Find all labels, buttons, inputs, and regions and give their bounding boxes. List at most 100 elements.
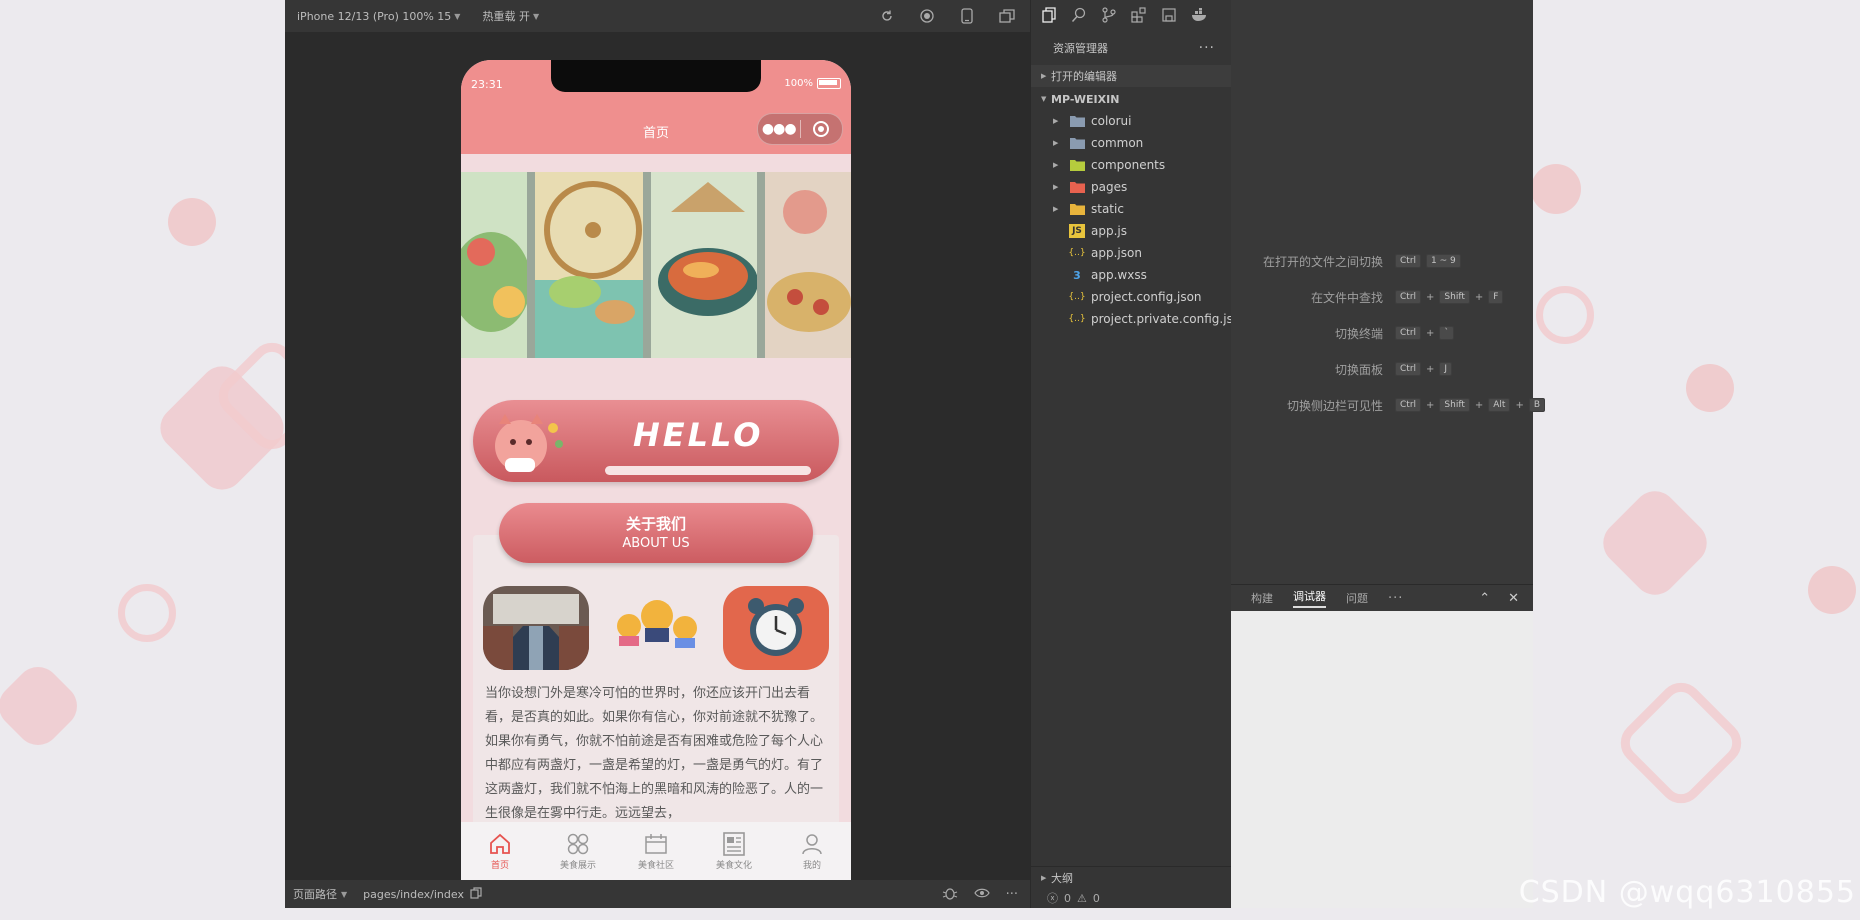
decoration-diamond-outline [1611, 673, 1751, 813]
decoration-dot [168, 198, 216, 246]
window-icon[interactable] [998, 7, 1016, 25]
folder-item-pages[interactable]: ▶ pages [1031, 176, 1231, 198]
search-icon[interactable] [1071, 7, 1087, 26]
page-path-label[interactable]: 页面路径 [293, 886, 337, 902]
hello-bar [605, 466, 811, 475]
file-name: app.wxss [1091, 268, 1147, 282]
extensions-icon[interactable] [1131, 6, 1147, 26]
dragon-mascot-icon [495, 414, 563, 472]
file-item-app-json[interactable]: {..} app.json [1031, 242, 1231, 264]
shortcut-plus: + [1474, 291, 1484, 303]
tab-problems[interactable]: 问题 [1346, 590, 1368, 606]
storage-icon[interactable] [1161, 7, 1177, 26]
tab-label: 美食展示 [559, 861, 596, 871]
json-file-icon: {..} [1068, 292, 1086, 302]
js-file-icon: JS [1069, 224, 1085, 238]
folder-item-colorui[interactable]: ▶ colorui [1031, 110, 1231, 132]
about-us-subtitle: ABOUT US [622, 536, 690, 551]
shortcut-key: Shift [1439, 398, 1470, 412]
record-icon[interactable] [918, 7, 936, 25]
battery-percent: 100% [784, 78, 813, 89]
pages-folder-icon [1069, 180, 1085, 194]
file-name: app.js [1091, 224, 1127, 238]
files-icon[interactable] [1041, 6, 1057, 26]
source-control-icon[interactable] [1101, 6, 1117, 26]
about-images [483, 586, 829, 670]
more-icon[interactable]: ●●● [758, 121, 800, 137]
more-icon[interactable]: ··· [1006, 887, 1018, 902]
close-target-icon[interactable] [800, 120, 842, 138]
tab-food-show[interactable]: 美食展示 [539, 822, 617, 882]
error-count: 0 [1064, 891, 1071, 905]
open-editors-section[interactable]: ▶ 打开的编辑器 [1031, 65, 1231, 87]
device-select-label: iPhone 12/13 (Pro) 100% 15 [297, 9, 452, 23]
tab-mine[interactable]: 我的 [773, 822, 851, 882]
banner-carousel[interactable] [461, 172, 851, 358]
status-and-nav-bar: 23:31 100% 首页 ●●● [461, 60, 851, 154]
shortcut-label: 在打开的文件之间切换 [1262, 254, 1383, 269]
folder-icon [1069, 114, 1085, 128]
outline-section[interactable]: ▶ 大纲 [1031, 866, 1231, 889]
decoration-ring [1536, 286, 1594, 344]
devtools-window: iPhone 12/13 (Pro) 100% 15 ▼ 热重载 开 ▼ 23:… [285, 0, 1546, 908]
json-file-icon: {..} [1068, 314, 1086, 324]
shortcut-row: 切换面板 Ctrl + J [1231, 358, 1533, 380]
alarm-clock-image [723, 586, 829, 670]
shortcut-row: 切换终端 Ctrl + ` [1231, 322, 1533, 344]
shortcut-plus: + [1426, 399, 1435, 411]
shortcut-key: Shift [1439, 290, 1470, 304]
shortcut-key: Ctrl [1395, 326, 1422, 340]
tab-label: 我的 [802, 861, 821, 871]
css-file-icon: 3 [1073, 268, 1081, 282]
tab-food-community[interactable]: 美食社区 [617, 822, 695, 882]
folder-item-components[interactable]: ▶ components [1031, 154, 1231, 176]
more-icon[interactable]: ··· [1388, 591, 1403, 606]
shortcut-key: Ctrl [1395, 290, 1422, 304]
explorer-header: 资源管理器 ··· [1031, 36, 1231, 60]
chevron-down-icon: ▼ [454, 11, 461, 21]
news-icon [720, 830, 748, 858]
more-icon[interactable]: ··· [1199, 40, 1215, 56]
tab-label: 首页 [490, 861, 509, 871]
banner-image [651, 172, 765, 358]
calendar-icon [642, 830, 670, 858]
tab-label: 美食社区 [637, 861, 674, 871]
error-icon: ⓧ [1047, 892, 1058, 905]
tab-debugger[interactable]: 调试器 [1293, 588, 1326, 608]
copy-icon[interactable] [470, 886, 482, 902]
folder-item-static[interactable]: ▶ static [1031, 198, 1231, 220]
file-item-app-wxss[interactable]: 3 app.wxss [1031, 264, 1231, 286]
debug-panel: 构建 调试器 问题 ··· ⌃ ✕ [1231, 584, 1533, 908]
project-section[interactable]: ▼ MP-WEIXIN [1031, 88, 1231, 110]
docker-icon[interactable] [1191, 7, 1209, 25]
phone-icon[interactable] [958, 7, 976, 25]
file-item-app-js[interactable]: JS app.js [1031, 220, 1231, 242]
problems-status[interactable]: ⓧ 0 ⚠ 0 [1031, 888, 1231, 908]
tab-build[interactable]: 构建 [1251, 590, 1273, 606]
file-item-project-config[interactable]: {..} project.config.json [1031, 286, 1231, 308]
tab-bar: 首页 美食展示 美食社区 美食文化 我的 [461, 822, 851, 882]
shortcut-key: Ctrl [1395, 254, 1422, 268]
refresh-icon[interactable] [878, 7, 896, 25]
tab-home[interactable]: 首页 [461, 822, 539, 882]
shortcut-key: Ctrl [1395, 362, 1422, 376]
project-label: MP-WEIXIN [1051, 92, 1120, 106]
file-name: app.json [1091, 246, 1142, 260]
cartoon-image [603, 586, 709, 670]
file-item-project-private-config[interactable]: {..} project.private.config.js... [1031, 308, 1231, 330]
shortcut-plus: + [1426, 363, 1435, 375]
device-select[interactable]: iPhone 12/13 (Pro) 100% 15 ▼ [297, 10, 460, 23]
about-us-button[interactable]: 关于我们 ABOUT US [499, 503, 813, 563]
meeting-room-image [483, 586, 589, 670]
chevron-up-icon[interactable]: ⌃ [1479, 591, 1490, 606]
close-icon[interactable]: ✕ [1508, 591, 1519, 606]
shortcut-key: 1 ~ 9 [1426, 254, 1461, 268]
tab-food-culture[interactable]: 美食文化 [695, 822, 773, 882]
battery-icon [817, 78, 841, 89]
eye-icon[interactable] [973, 887, 990, 902]
hot-reload-toggle[interactable]: 热重载 开 ▼ [482, 8, 539, 24]
bug-icon[interactable] [942, 886, 958, 903]
page-path-value: pages/index/index [363, 887, 464, 901]
shortcut-key: ` [1439, 326, 1454, 340]
folder-item-common[interactable]: ▶ common [1031, 132, 1231, 154]
